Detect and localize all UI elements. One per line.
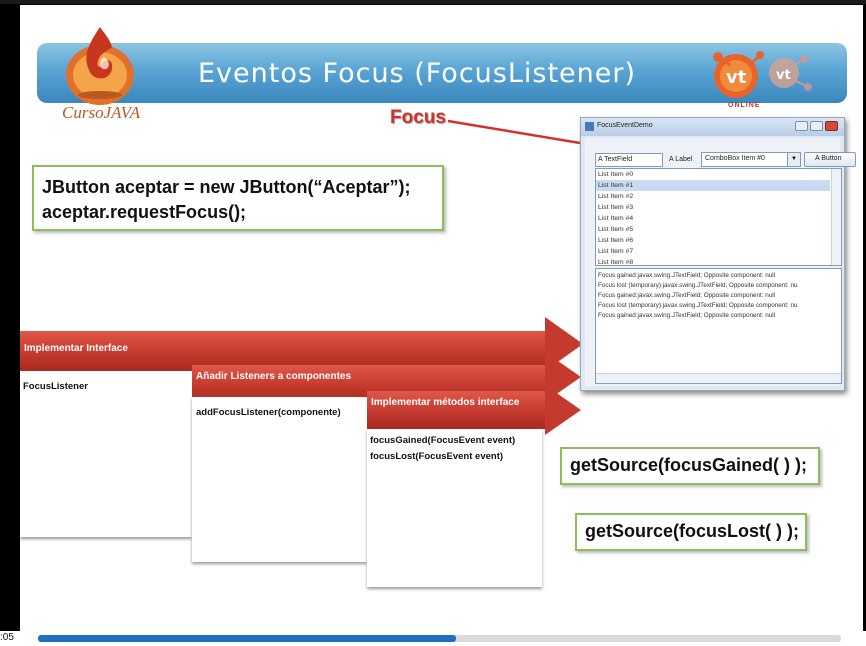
step-3-header: Implementar métodos interface xyxy=(371,397,520,408)
demo-window-titlebar: FocusEventDemo xyxy=(581,118,844,136)
code-box-getsource-lost: getSource(focusLost( ) ); xyxy=(575,513,807,551)
demo-window-title: FocusEventDemo xyxy=(597,122,653,129)
log-line: Focus lost (temporary):javax.swing.JText… xyxy=(598,282,798,289)
minimize-button[interactable] xyxy=(795,121,808,131)
vt-letters-faded: vt xyxy=(776,68,791,83)
step-3-arrow-icon xyxy=(545,385,581,435)
code-box-requestfocus: JButton aceptar = new JButton(“Aceptar”)… xyxy=(32,165,444,231)
step-2-item: addFocusListener(componente) xyxy=(196,407,341,418)
list-item[interactable]: List Item #3 xyxy=(598,204,633,211)
demo-button[interactable]: A Button xyxy=(804,152,856,167)
log-line: Focus gained:javax.swing.JTextField; Opp… xyxy=(598,292,776,299)
vt-online-text: ONLINE xyxy=(728,102,761,109)
curso-java-logo-text: CursoJAVA xyxy=(62,103,141,122)
focus-event-demo-window: FocusEventDemo A TextField A Label Combo… xyxy=(580,117,856,391)
demo-button-label: A Button xyxy=(815,155,842,162)
list-scrollbar[interactable] xyxy=(831,169,841,265)
list-item[interactable]: List Item #7 xyxy=(598,248,633,255)
step-3-item-1: focusGained(FocusEvent event) xyxy=(370,435,516,446)
log-line: Focus gained:javax.swing.JTextField; Opp… xyxy=(598,312,776,319)
demo-list[interactable]: List Item #0 List Item #1 List Item #2 L… xyxy=(595,168,842,266)
maximize-button[interactable] xyxy=(810,121,823,131)
code-line-2: aceptar.requestFocus(); xyxy=(42,202,247,222)
list-item[interactable]: List Item #4 xyxy=(598,215,633,222)
demo-text-field-value: A TextField xyxy=(598,156,633,163)
list-item[interactable]: List Item #6 xyxy=(598,237,633,244)
vt-logo-icon: vt vt xyxy=(713,51,812,98)
flame-logo-icon xyxy=(66,27,134,105)
slide: Eventos Focus (FocusListener) CursoJAVA … xyxy=(20,5,863,631)
step-1-item: FocusListener xyxy=(23,381,88,392)
step-1-header: Implementar Interface xyxy=(24,343,128,354)
list-item[interactable]: List Item #2 xyxy=(598,193,633,200)
getsource-lost-text: getSource(focusLost( ) ); xyxy=(585,521,799,541)
list-item[interactable]: List Item #8 xyxy=(598,259,633,265)
list-item[interactable]: List Item #1 xyxy=(598,182,633,189)
step-2-box: addFocusListener(componente) xyxy=(192,397,367,562)
step-3-item-2: focusLost(FocusEvent event) xyxy=(370,451,504,462)
top-border xyxy=(0,0,866,4)
step-3-band: Implementar métodos interface xyxy=(367,391,547,429)
vt-letters: vt xyxy=(726,67,747,88)
demo-event-log[interactable]: Focus gained:javax.swing.JTextField; Opp… xyxy=(595,268,842,384)
demo-label: A Label xyxy=(669,156,693,163)
step-2-header: Añadir Listeners a componentes xyxy=(196,371,352,382)
slide-title: Eventos Focus (FocusListener) xyxy=(198,58,637,89)
java-app-icon xyxy=(585,122,594,131)
demo-combobox-value: ComboBox Item #0 xyxy=(705,155,765,162)
code-line-1: JButton aceptar = new JButton(“Aceptar”)… xyxy=(42,177,411,197)
list-item[interactable]: List Item #5 xyxy=(598,226,633,233)
video-player-bar: :05 xyxy=(0,631,866,646)
demo-combobox[interactable]: ComboBox Item #0 xyxy=(701,152,789,167)
log-line: Focus gained:javax.swing.JTextField; Opp… xyxy=(598,272,776,279)
playback-time: :05 xyxy=(0,632,14,643)
close-button[interactable] xyxy=(825,121,838,131)
list-item[interactable]: List Item #0 xyxy=(598,171,633,178)
code-box-getsource-gained: getSource(focusGained( ) ); xyxy=(560,447,820,485)
step-1-box: FocusListener xyxy=(20,371,192,537)
progress-fill xyxy=(38,635,456,642)
progress-track[interactable] xyxy=(38,635,841,642)
getsource-gained-text: getSource(focusGained( ) ); xyxy=(570,455,808,475)
log-line: Focus lost (temporary):javax.swing.JText… xyxy=(598,302,798,309)
combobox-dropdown-icon[interactable]: ▼ xyxy=(787,152,801,167)
demo-text-field[interactable]: A TextField xyxy=(595,153,663,167)
step-3-box: focusGained(FocusEvent event) focusLost(… xyxy=(367,429,542,587)
focus-label: Focus xyxy=(390,107,446,128)
log-horizontal-scrollbar[interactable] xyxy=(596,373,841,383)
